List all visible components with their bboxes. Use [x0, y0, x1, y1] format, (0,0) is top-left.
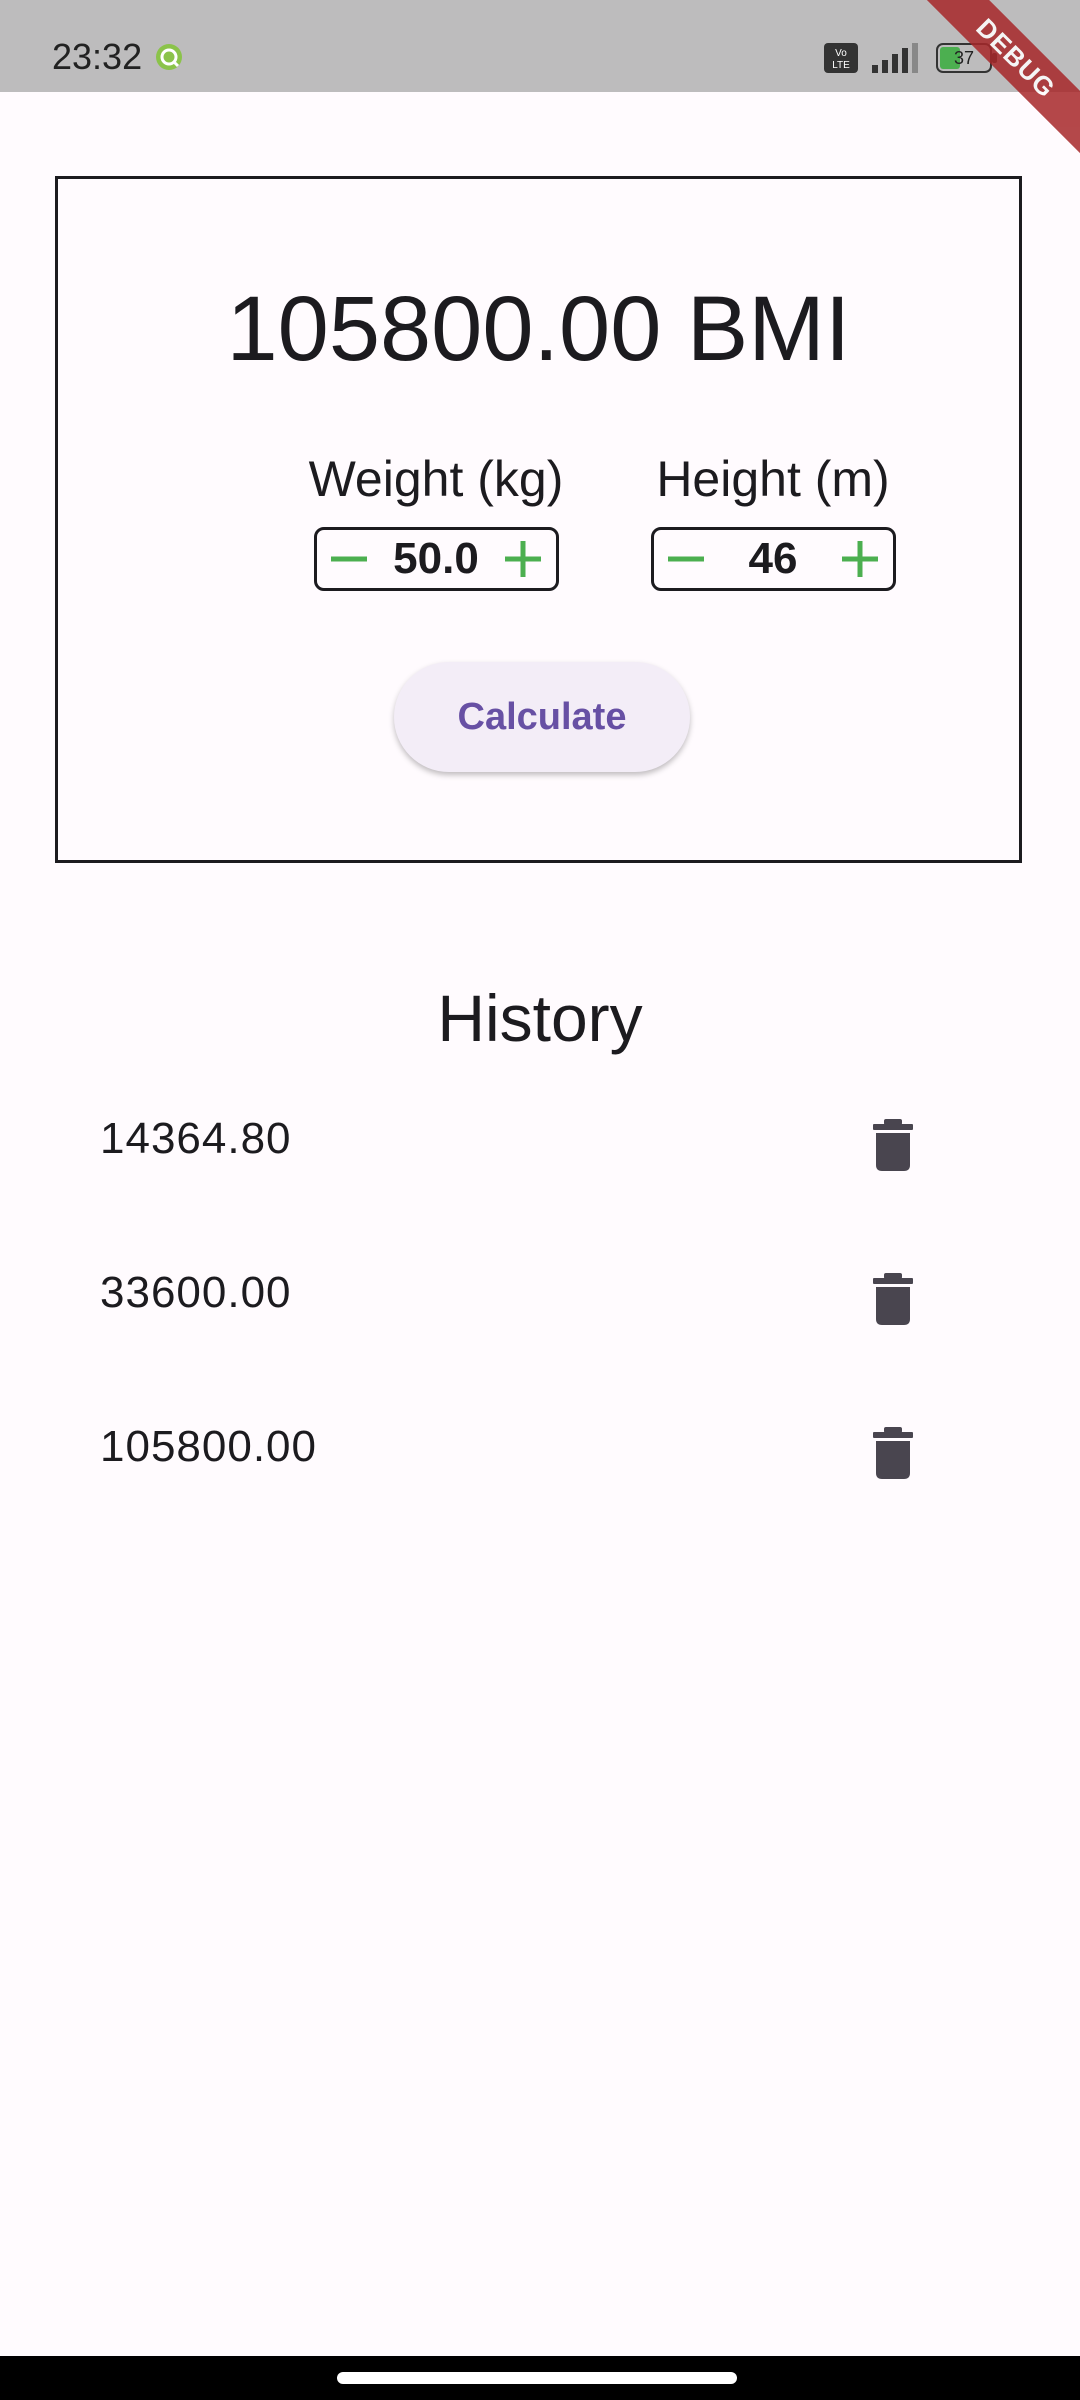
trash-icon	[873, 1119, 913, 1171]
delete-button[interactable]	[858, 1398, 928, 1508]
height-decrement-button[interactable]	[664, 537, 708, 581]
plus-icon	[505, 541, 542, 577]
height-value[interactable]: 46	[749, 534, 798, 584]
weight-increment-button[interactable]	[501, 537, 545, 581]
history-item: 105800.00	[0, 1398, 1080, 1552]
history-item: 14364.80	[0, 1090, 1080, 1244]
signal-icon	[872, 43, 918, 73]
history-value: 105800.00	[100, 1422, 317, 1471]
history-value: 33600.00	[100, 1268, 292, 1317]
height-group: Height (m) 46	[588, 449, 958, 591]
history-title: History	[437, 981, 643, 1055]
svg-text:LTE: LTE	[832, 60, 850, 71]
status-icons: Vo LTE 37	[824, 42, 998, 74]
status-time: 23:32	[52, 36, 143, 77]
bmi-card: 105800.00 BMI Weight (kg) 50.0 Height (m…	[55, 176, 1022, 863]
weight-stepper: 50.0	[313, 527, 559, 591]
navigation-bar	[0, 2356, 1080, 2400]
history-list: 14364.80 33600.00 105800.00	[0, 1090, 1080, 1552]
volte-icon: Vo LTE	[824, 43, 858, 73]
calculate-button[interactable]: Calculate	[394, 662, 690, 772]
home-indicator[interactable]	[337, 2372, 737, 2384]
trash-icon	[873, 1427, 913, 1479]
weight-label: Weight (kg)	[308, 451, 564, 507]
battery-icon: 37	[936, 43, 997, 73]
height-label: Height (m)	[656, 451, 890, 507]
battery-level: 37	[954, 48, 974, 68]
volte-label: Vo	[835, 48, 847, 59]
weight-group: Weight (kg) 50.0	[251, 449, 621, 591]
delete-button[interactable]	[858, 1244, 928, 1354]
minus-icon	[667, 556, 704, 562]
height-increment-button[interactable]	[838, 537, 882, 581]
weight-decrement-button[interactable]	[327, 537, 371, 581]
minus-icon	[330, 556, 367, 562]
delete-button[interactable]	[858, 1090, 928, 1200]
history-item: 33600.00	[0, 1244, 1080, 1398]
trash-icon	[873, 1273, 913, 1325]
app-notification-icon	[156, 44, 182, 70]
bmi-result: 105800.00 BMI	[226, 278, 851, 380]
plus-icon	[842, 541, 879, 577]
status-bar: 23:32 Vo LTE 37	[0, 0, 1080, 92]
height-stepper: 46	[650, 527, 896, 591]
history-value: 14364.80	[100, 1114, 292, 1163]
weight-value[interactable]: 50.0	[393, 534, 479, 584]
